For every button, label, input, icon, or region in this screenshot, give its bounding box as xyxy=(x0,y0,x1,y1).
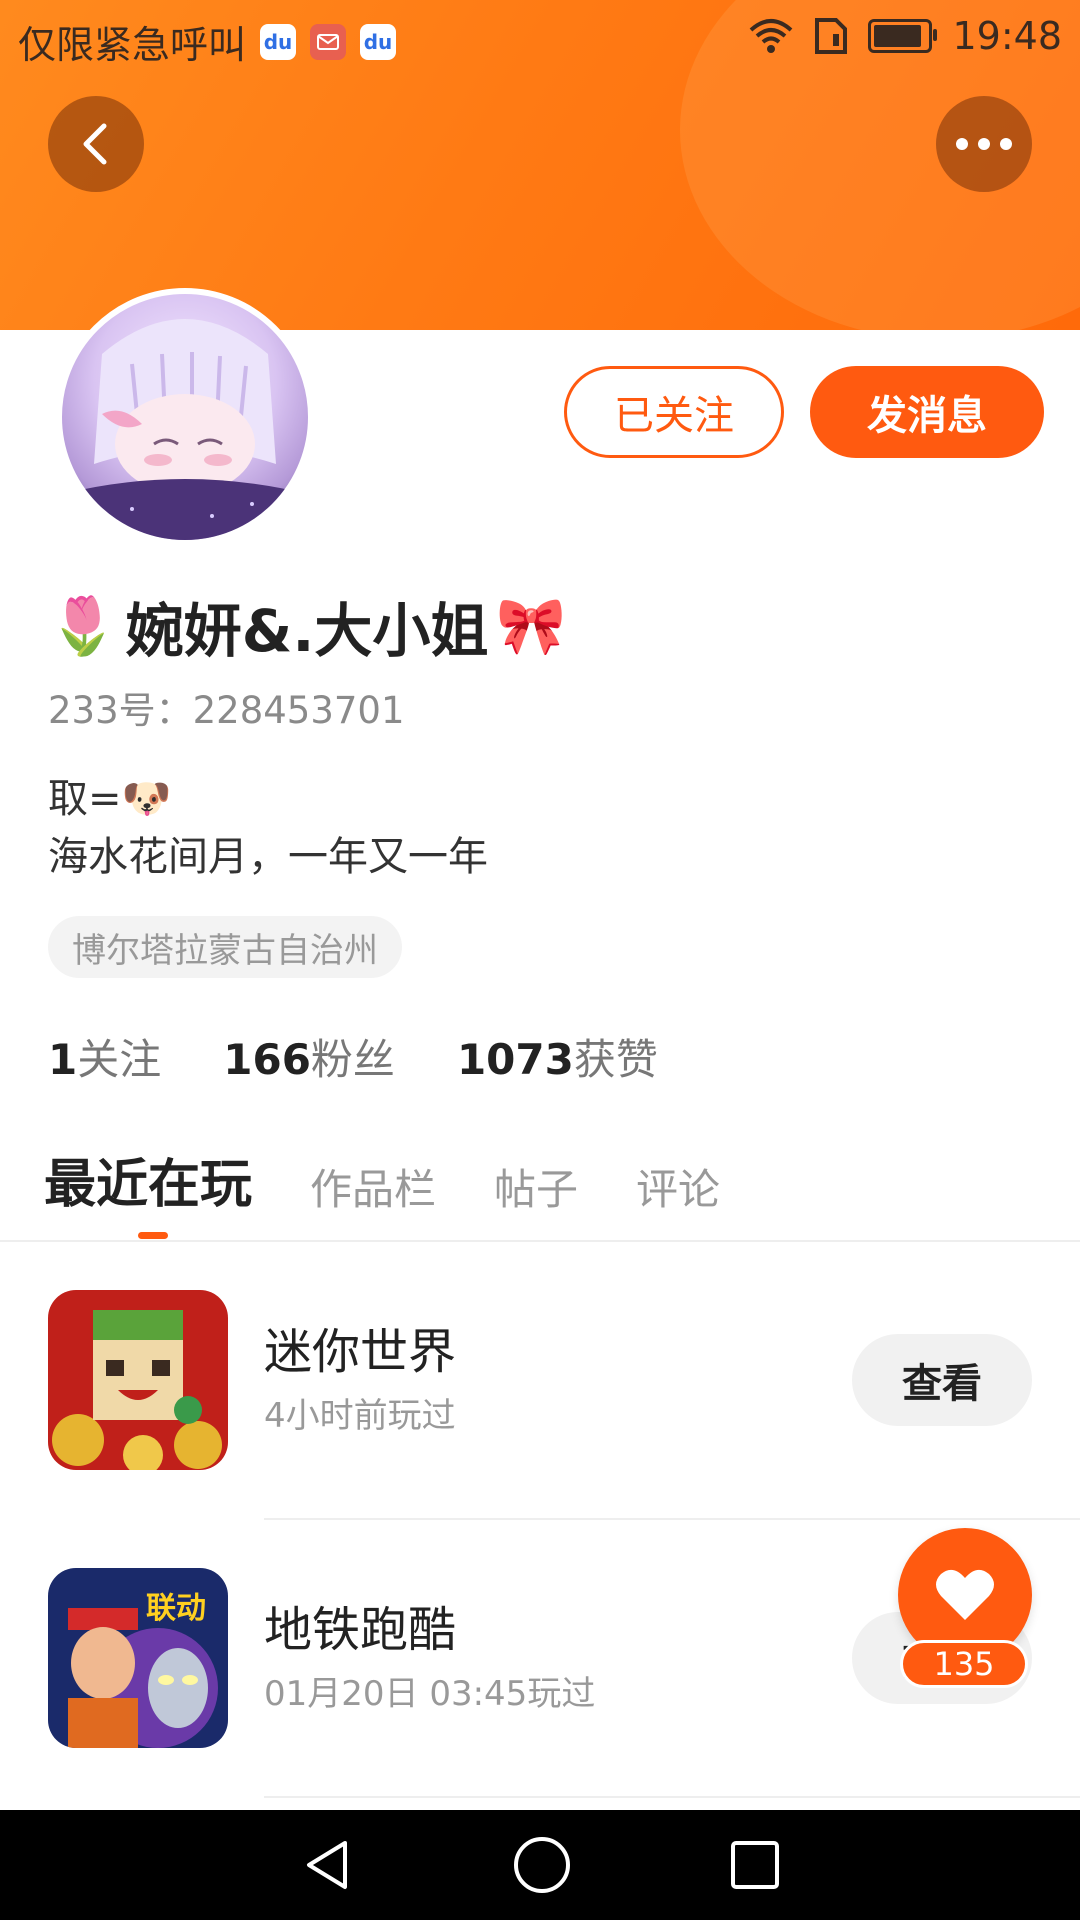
circle-home-icon[interactable] xyxy=(512,1835,572,1895)
mail-icon xyxy=(310,23,347,60)
bio: 取=🐶 海水花间月，一年又一年 xyxy=(48,770,488,886)
more-horizontal-icon xyxy=(956,138,1012,150)
avatar[interactable] xyxy=(56,288,314,546)
like-count: 135 xyxy=(900,1640,1028,1688)
chevron-left-icon xyxy=(83,123,107,165)
game-icon-badge: 联动 xyxy=(146,1591,206,1626)
tab-works[interactable]: 作品栏 xyxy=(310,1156,436,1217)
location-tag: 博尔塔拉蒙古自治州 xyxy=(48,916,402,978)
ribbon-emoji: 🎀 xyxy=(496,594,567,659)
view-button[interactable]: 查看 xyxy=(852,1334,1032,1426)
bio-line-2: 海水花间月，一年又一年 xyxy=(48,834,488,880)
row-divider xyxy=(264,1796,1080,1798)
game-last-played: 4小时前玩过 xyxy=(264,1396,456,1436)
followed-button[interactable]: 已关注 xyxy=(564,366,784,458)
tab-comments[interactable]: 评论 xyxy=(636,1156,720,1217)
stat-likes: 1073获赞 xyxy=(456,1035,658,1084)
stats-row: 1关注 166粉丝 1073获赞 xyxy=(48,1026,658,1087)
carrier-text: 仅限紧急呼叫 xyxy=(18,23,247,67)
battery-icon xyxy=(868,19,938,53)
tab-posts[interactable]: 帖子 xyxy=(494,1156,578,1217)
game-last-played: 01月20日 03:45玩过 xyxy=(264,1674,596,1714)
game-title: 迷你世界 xyxy=(264,1324,457,1380)
tulip-emoji: 🌷 xyxy=(48,594,118,659)
user-id: 233号：228453701 xyxy=(48,689,405,732)
back-button[interactable] xyxy=(48,96,144,192)
status-bar: 仅限紧急呼叫 du du 19:48 xyxy=(0,0,1080,74)
baidu-icon: du xyxy=(360,23,397,60)
bio-line-1: 取= xyxy=(48,776,122,822)
square-recent-icon[interactable] xyxy=(729,1839,781,1891)
system-nav-bar xyxy=(0,1810,1080,1920)
mini-world-game-icon xyxy=(48,1290,228,1470)
stat-followers[interactable]: 166粉丝 xyxy=(223,1026,395,1087)
send-message-button[interactable]: 发消息 xyxy=(810,366,1044,458)
baidu-icon: du xyxy=(260,23,297,60)
dog-emoji: 🐶 xyxy=(121,776,172,822)
game-title: 地铁跑酷 xyxy=(264,1602,457,1658)
wifi-icon xyxy=(750,19,793,53)
more-button[interactable] xyxy=(936,96,1032,192)
list-item[interactable]: 迷你世界 4小时前玩过 查看 xyxy=(0,1242,1080,1520)
subway-surfers-game-icon: 联动 xyxy=(48,1568,228,1748)
sim-icon xyxy=(815,18,848,54)
clock-text: 19:48 xyxy=(952,14,1062,58)
profile-tabs: 最近在玩 作品栏 帖子 评论 xyxy=(44,1142,720,1217)
tab-recently-played[interactable]: 最近在玩 xyxy=(44,1142,252,1217)
profile-name: 婉妍&.大小姐 xyxy=(125,597,489,665)
heart-icon xyxy=(936,1569,994,1620)
triangle-back-icon[interactable] xyxy=(299,1837,355,1893)
stat-following[interactable]: 1关注 xyxy=(48,1026,161,1087)
profile-name-row: 🌷 婉妍&.大小姐 🎀 xyxy=(48,584,566,668)
active-tab-indicator xyxy=(138,1232,168,1239)
